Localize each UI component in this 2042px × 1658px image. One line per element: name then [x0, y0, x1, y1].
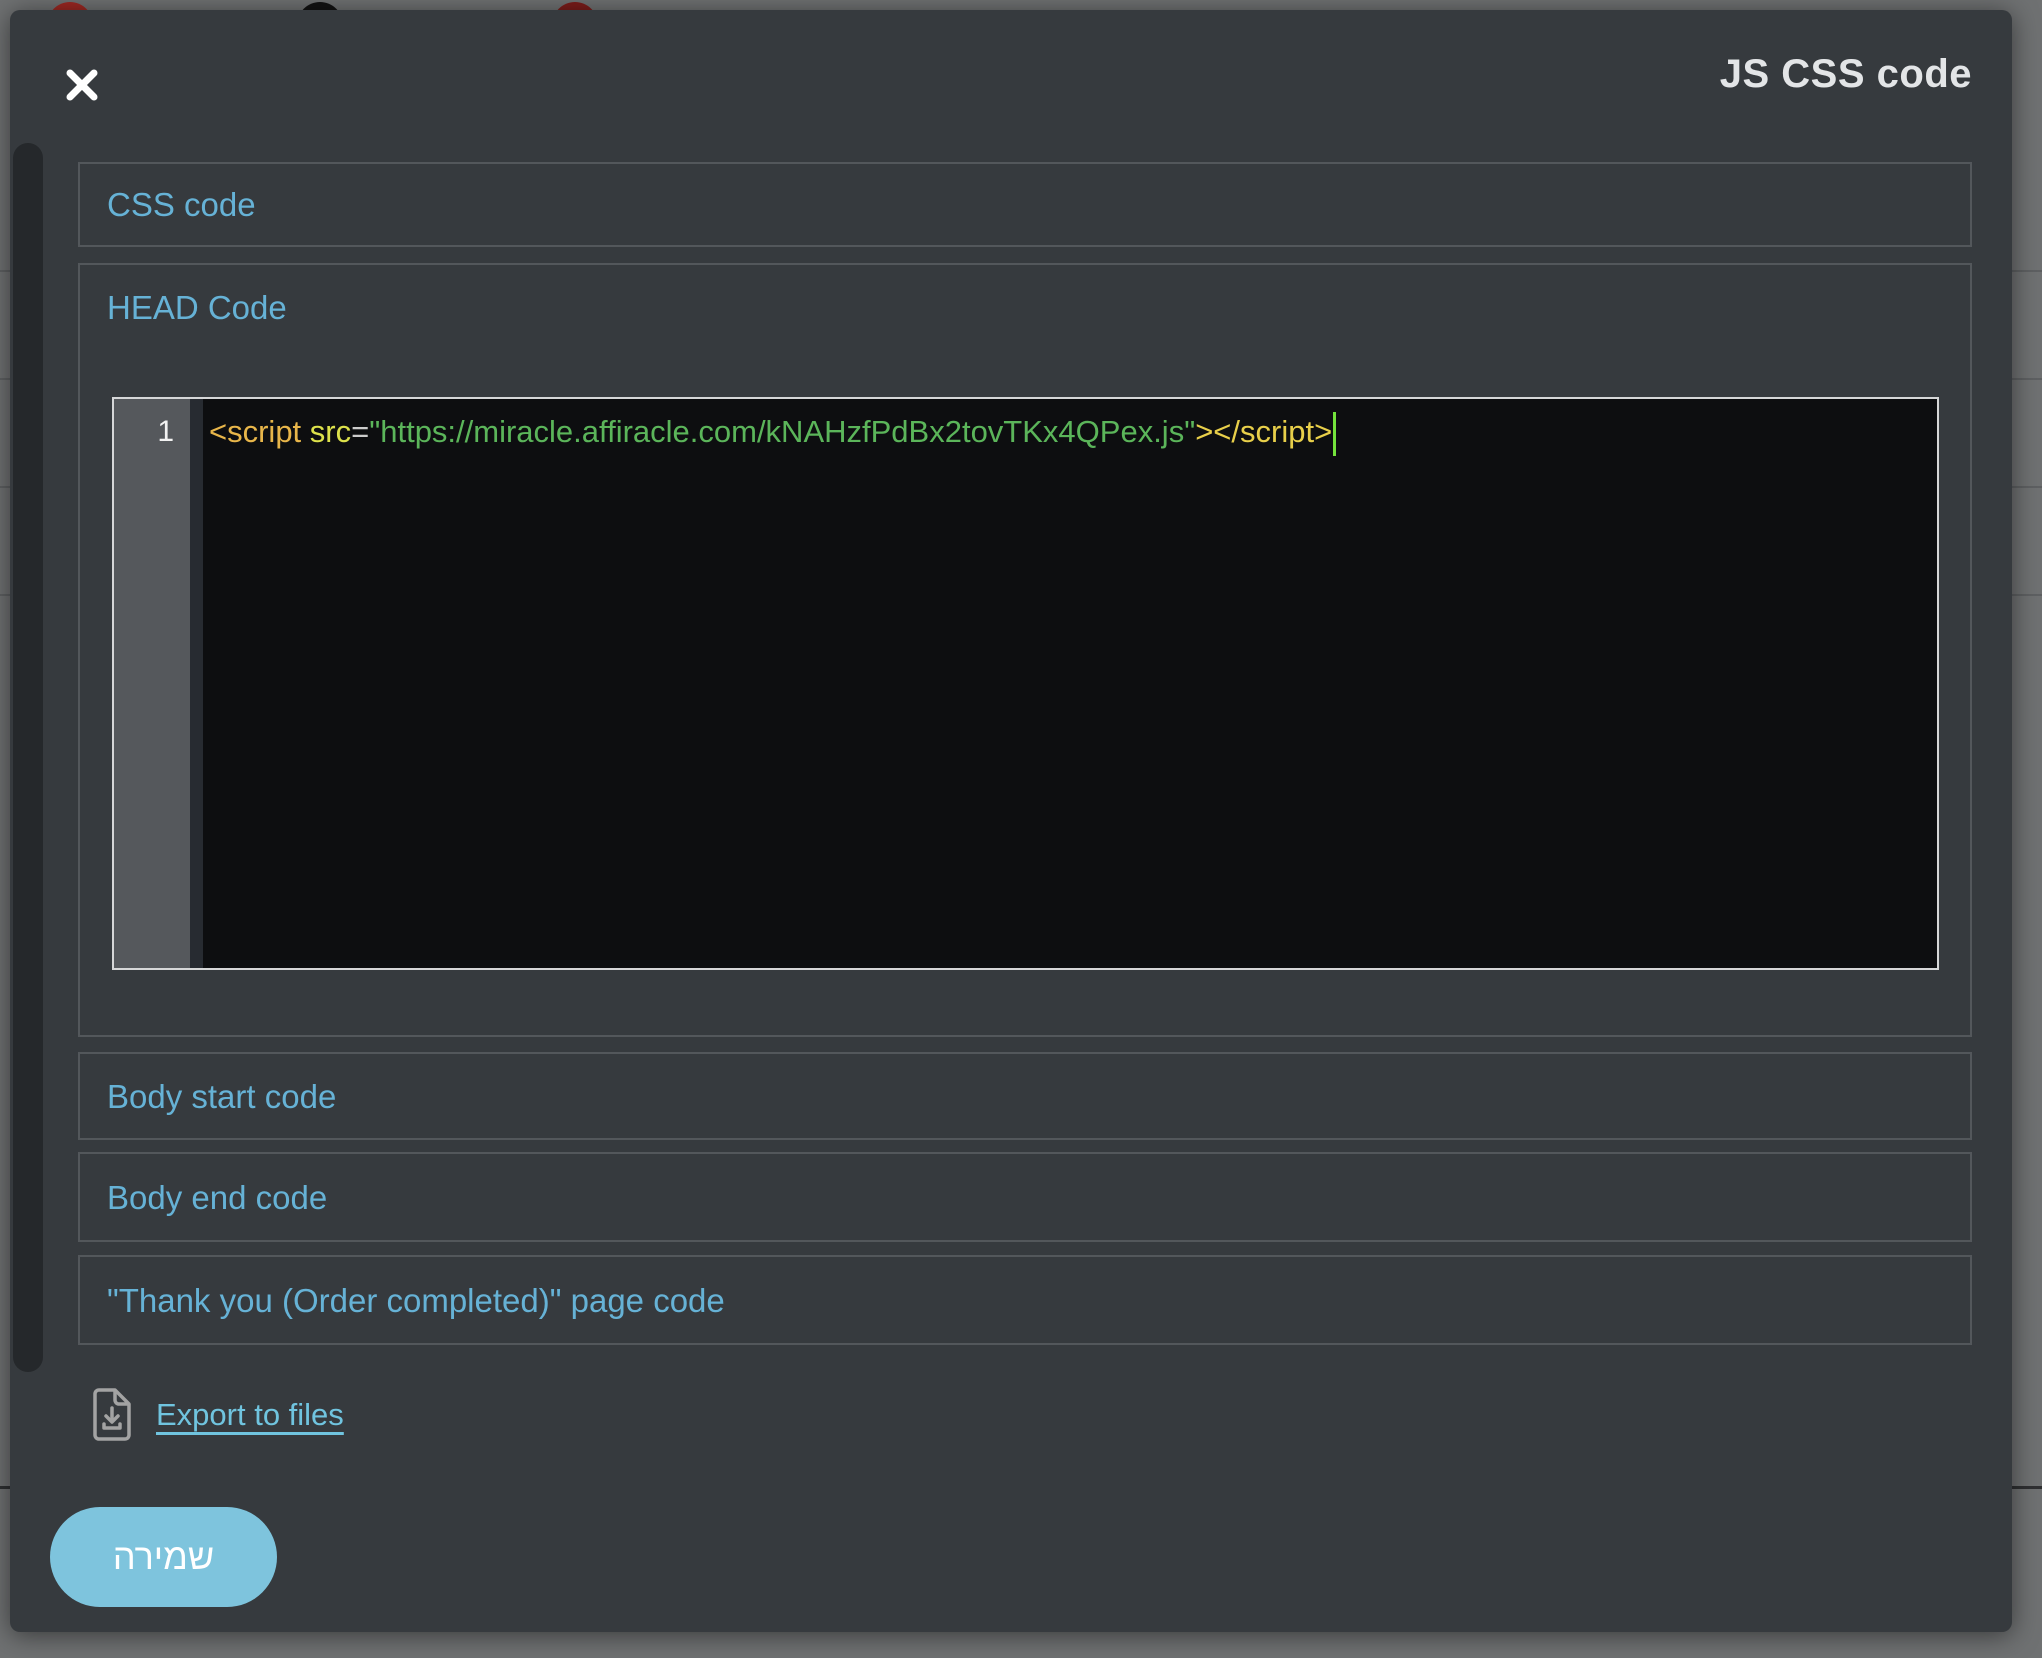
export-file-icon [92, 1388, 132, 1442]
text-cursor [1333, 412, 1336, 456]
section-body-start-code[interactable]: Body start code [78, 1052, 1972, 1140]
editor-gutter-strip [190, 399, 203, 968]
section-label-body-start: Body start code [80, 1080, 336, 1113]
code-token-equals: = [351, 414, 369, 449]
section-css-code[interactable]: CSS code [78, 162, 1972, 247]
section-body-end-code[interactable]: Body end code [78, 1152, 1972, 1242]
section-label-head: HEAD Code [80, 291, 1970, 324]
editor-gutter: 1 [114, 399, 190, 968]
close-icon [65, 90, 99, 105]
section-thank-you-page-code[interactable]: "Thank you (Order completed)" page code [78, 1255, 1972, 1345]
section-label-css: CSS code [80, 188, 256, 221]
editor-code-area[interactable]: <script src="https://miracle.affiracle.c… [203, 399, 1937, 968]
code-token-tag-open: <script [209, 414, 310, 449]
line-number: 1 [157, 415, 174, 448]
dialog-title: JS CSS code [1720, 52, 1972, 97]
section-head-code[interactable]: HEAD Code 1 <script src="https://miracle… [78, 263, 1972, 1037]
code-token-tag-close: ></script> [1195, 414, 1332, 449]
section-label-body-end: Body end code [80, 1181, 327, 1214]
close-button[interactable] [62, 66, 102, 106]
section-label-thank-you: "Thank you (Order completed)" page code [80, 1284, 725, 1317]
head-code-editor[interactable]: 1 <script src="https://miracle.affiracle… [112, 397, 1939, 970]
export-to-files-link[interactable]: Export to files [156, 1397, 344, 1433]
code-token-attr: src [310, 414, 351, 449]
save-button[interactable]: שמירה [50, 1507, 277, 1607]
export-row: Export to files [92, 1388, 344, 1442]
code-line: <script src="https://miracle.affiracle.c… [209, 409, 1937, 456]
background-page: JS CSS code CSS code HEAD Code 1 <script… [0, 0, 2042, 1658]
js-css-code-dialog: JS CSS code CSS code HEAD Code 1 <script… [10, 10, 2012, 1632]
code-token-string: "https://miracle.affiracle.com/kNAHzfPdB… [369, 414, 1195, 449]
scrollbar-thumb[interactable] [13, 143, 43, 1372]
